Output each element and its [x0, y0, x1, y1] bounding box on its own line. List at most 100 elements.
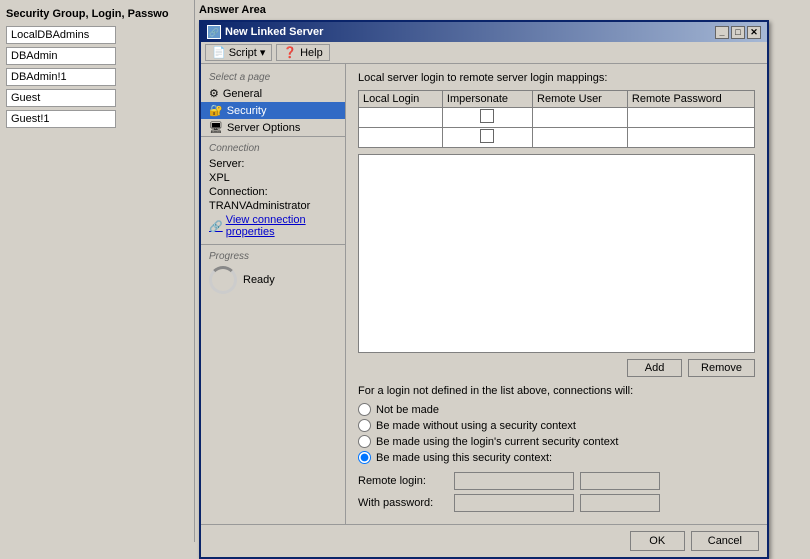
- server-value: XPL: [209, 172, 337, 184]
- connection-title: Connection: [209, 143, 337, 154]
- ok-button[interactable]: OK: [630, 531, 685, 551]
- col-impersonate: Impersonate: [442, 91, 532, 108]
- local-login-cell-2: [359, 128, 443, 148]
- login-mappings-table: Local Login Impersonate Remote User Remo…: [358, 90, 755, 148]
- dialog-titlebar-btns: _ □ ✕: [715, 26, 761, 39]
- nav-item-security[interactable]: 🔐 Security: [201, 102, 345, 119]
- server-label-text: Server:: [209, 158, 337, 170]
- left-panel-item[interactable]: LocalDBAdmins: [6, 26, 116, 44]
- add-button[interactable]: Add: [627, 359, 682, 377]
- left-panel-item[interactable]: Guest: [6, 89, 116, 107]
- connection-section: Connection Server: XPL Connection: TRANV…: [201, 136, 345, 244]
- nav-server-options-label: Server Options: [227, 122, 300, 134]
- left-panel-title: Security Group, Login, Passwo: [6, 8, 188, 20]
- server-options-icon: 🖥: [209, 121, 223, 134]
- script-label: Script: [229, 47, 257, 59]
- impersonate-checkbox-2[interactable]: [480, 129, 494, 143]
- add-remove-btn-row: Add Remove: [358, 359, 755, 377]
- radio-not-be-made[interactable]: Not be made: [358, 403, 755, 416]
- answer-area-label: Answer Area: [199, 4, 806, 16]
- connections-label: For a login not defined in the list abov…: [358, 385, 755, 397]
- remote-login-input-extra[interactable]: [580, 472, 660, 490]
- dialog-toolbar: 📄 Script ▾ ❓ Help: [201, 42, 767, 64]
- radio-current-context-label: Be made using the login's current securi…: [376, 436, 618, 448]
- dialog-body: Select a page ⚙ General 🔐 Security 🖥 Ser…: [201, 64, 767, 524]
- select-page-label: Select a page: [201, 68, 345, 85]
- remote-login-row: Remote login:: [358, 472, 755, 490]
- help-label: Help: [300, 47, 323, 59]
- left-panel-item[interactable]: Guest!1: [6, 110, 116, 128]
- link-icon: 🔗: [209, 220, 223, 233]
- left-items-list: LocalDBAdmins DBAdmin DBAdmin!1 Guest Guest!…: [6, 26, 188, 128]
- answer-area: Answer Area 🔗 New Linked Server _ □ ✕ 📄 …: [195, 0, 810, 542]
- with-password-row: With password:: [358, 494, 755, 512]
- radio-not-be-made-input[interactable]: [358, 403, 371, 416]
- maximize-button[interactable]: □: [731, 26, 745, 39]
- progress-status: Ready: [243, 274, 275, 286]
- radio-no-security-input[interactable]: [358, 419, 371, 432]
- table-row: [359, 128, 755, 148]
- col-local-login: Local Login: [359, 91, 443, 108]
- minimize-button[interactable]: _: [715, 26, 729, 39]
- with-password-label: With password:: [358, 497, 448, 509]
- radio-no-security-label: Be made without using a security context: [376, 420, 576, 432]
- script-button[interactable]: 📄 Script ▾: [205, 44, 272, 61]
- new-linked-server-dialog: 🔗 New Linked Server _ □ ✕ 📄 Script ▾ ❓ H…: [199, 20, 769, 559]
- col-remote-password: Remote Password: [627, 91, 754, 108]
- remote-user-cell-2: [533, 128, 628, 148]
- local-login-cell: [359, 108, 443, 128]
- dialog-nav: Select a page ⚙ General 🔐 Security 🖥 Ser…: [201, 64, 346, 524]
- remove-button[interactable]: Remove: [688, 359, 755, 377]
- radio-not-be-made-label: Not be made: [376, 404, 439, 416]
- with-password-input[interactable]: [454, 494, 574, 512]
- general-icon: ⚙: [209, 87, 219, 100]
- progress-title: Progress: [209, 251, 337, 262]
- close-button[interactable]: ✕: [747, 26, 761, 39]
- view-connection-link-label: View connection properties: [226, 214, 337, 238]
- remote-user-cell: [533, 108, 628, 128]
- dialog-titlebar: 🔗 New Linked Server _ □ ✕: [201, 22, 767, 42]
- progress-section: Progress Ready: [201, 244, 345, 300]
- nav-item-general[interactable]: ⚙ General: [201, 85, 345, 102]
- radio-no-security[interactable]: Be made without using a security context: [358, 419, 755, 432]
- nav-security-label: Security: [227, 105, 267, 117]
- with-password-input-extra[interactable]: [580, 494, 660, 512]
- dialog-footer: OK Cancel: [201, 524, 767, 557]
- remote-password-cell: [627, 108, 754, 128]
- remote-login-label: Remote login:: [358, 475, 448, 487]
- radio-current-context-input[interactable]: [358, 435, 371, 448]
- nav-general-label: General: [223, 88, 262, 100]
- help-icon: ❓: [283, 46, 297, 59]
- empty-table-area: [358, 154, 755, 353]
- script-icon: 📄: [212, 46, 226, 59]
- progress-spinner: [209, 266, 237, 294]
- impersonate-checkbox-1[interactable]: [480, 109, 494, 123]
- table-row: [359, 108, 755, 128]
- nav-item-server-options[interactable]: 🖥 Server Options: [201, 119, 345, 136]
- login-mappings-label: Local server login to remote server logi…: [358, 72, 755, 84]
- view-connection-properties-link[interactable]: 🔗 View connection properties: [209, 214, 337, 238]
- left-panel-item[interactable]: DBAdmin: [6, 47, 116, 65]
- script-dropdown-icon: ▾: [260, 46, 266, 59]
- dialog-title: New Linked Server: [225, 26, 323, 38]
- dialog-main-content: Local server login to remote server logi…: [346, 64, 767, 524]
- help-button[interactable]: ❓ Help: [276, 44, 329, 61]
- radio-this-context[interactable]: Be made using this security context:: [358, 451, 755, 464]
- dialog-title-icon: 🔗: [207, 25, 221, 39]
- left-panel-item[interactable]: DBAdmin!1: [6, 68, 116, 86]
- radio-current-context[interactable]: Be made using the login's current securi…: [358, 435, 755, 448]
- security-icon: 🔐: [209, 104, 223, 117]
- radio-this-context-label: Be made using this security context:: [376, 452, 552, 464]
- connection-options-group: Not be made Be made without using a secu…: [358, 403, 755, 464]
- radio-this-context-input[interactable]: [358, 451, 371, 464]
- remote-login-input[interactable]: [454, 472, 574, 490]
- impersonate-cell: [442, 108, 532, 128]
- progress-content: Ready: [209, 266, 337, 294]
- col-remote-user: Remote User: [533, 91, 628, 108]
- cancel-button[interactable]: Cancel: [691, 531, 759, 551]
- left-panel: Security Group, Login, Passwo LocalDBAdm…: [0, 0, 195, 542]
- connection-value: TRANVAdministrator: [209, 200, 337, 212]
- connection-label-text: Connection:: [209, 186, 337, 198]
- remote-password-cell-2: [627, 128, 754, 148]
- impersonate-cell-2: [442, 128, 532, 148]
